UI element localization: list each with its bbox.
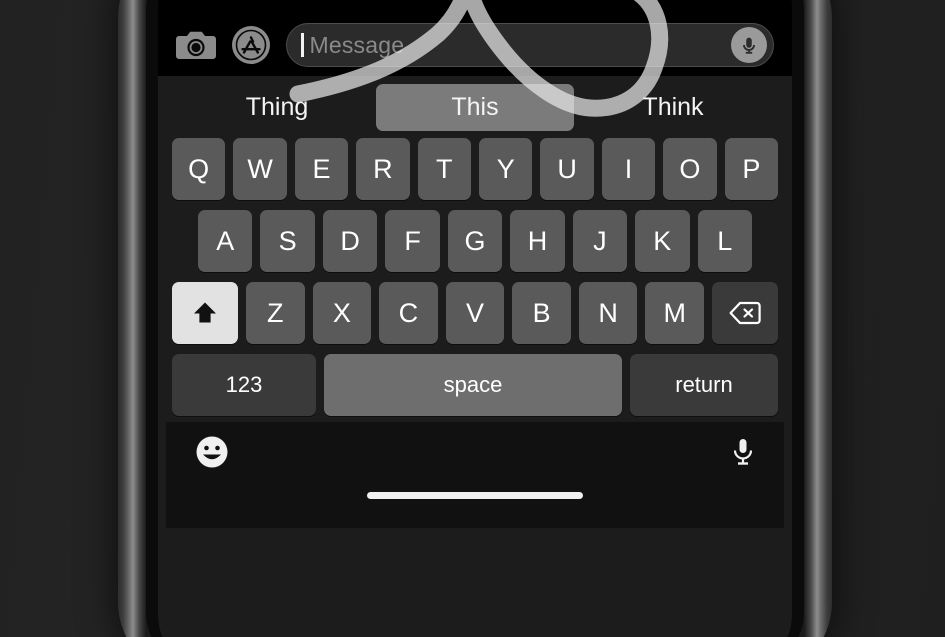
prediction-bar: Thing This Think (166, 76, 784, 138)
prediction-candidate-0[interactable]: Thing (178, 84, 376, 131)
home-indicator-area (166, 486, 784, 528)
key-c[interactable]: C (379, 282, 438, 344)
key-y[interactable]: Y (479, 138, 533, 200)
key-g[interactable]: G (447, 210, 503, 272)
prediction-candidate-2[interactable]: Think (574, 84, 772, 131)
return-key[interactable]: return (630, 354, 778, 416)
delete-backspace-icon (729, 301, 761, 325)
key-r[interactable]: R (356, 138, 410, 200)
key-e[interactable]: E (294, 138, 349, 200)
shift-up-arrow-icon (193, 302, 216, 323)
screenshot-stage: Message Thing This Think Q W E R T Y U I… (0, 0, 945, 637)
key-w[interactable]: W (233, 138, 287, 200)
keyboard-row-2: A S D F G H J K L (166, 210, 784, 272)
keyboard-row-1: Q W E R T Y U I O P (166, 138, 784, 200)
key-o[interactable]: O (663, 138, 717, 200)
camera-icon[interactable] (176, 28, 216, 62)
text-caret (301, 33, 304, 57)
numbers-key[interactable]: 123 (172, 354, 316, 416)
key-n[interactable]: N (578, 282, 638, 344)
prediction-candidate-1[interactable]: This (376, 83, 574, 131)
message-input-bar: Message (158, 14, 792, 76)
key-p[interactable]: P (724, 138, 779, 200)
key-d[interactable]: D (322, 210, 378, 272)
key-s[interactable]: S (260, 210, 315, 272)
emoji-smiley-icon[interactable] (194, 434, 230, 475)
keyboard-row-3: Z X C V B N M (166, 282, 784, 344)
keyboard-utility-bar (166, 422, 784, 486)
key-z[interactable]: Z (245, 282, 305, 344)
key-f[interactable]: F (385, 210, 440, 272)
message-text-field[interactable]: Message (286, 23, 774, 67)
key-k[interactable]: K (635, 210, 690, 272)
phone-screen: Message Thing This Think Q W E R T Y U I… (158, 0, 792, 637)
key-q[interactable]: Q (171, 138, 226, 200)
key-t[interactable]: T (417, 138, 471, 200)
home-indicator-bar[interactable] (367, 492, 583, 499)
key-u[interactable]: U (540, 138, 594, 200)
key-a[interactable]: A (198, 210, 253, 272)
dictation-mic-button[interactable] (731, 27, 767, 63)
key-l[interactable]: L (697, 210, 752, 272)
space-key[interactable]: space (324, 354, 622, 416)
key-h[interactable]: H (510, 210, 565, 272)
message-placeholder: Message (309, 31, 405, 58)
shift-key[interactable] (171, 282, 238, 344)
key-b[interactable]: B (512, 282, 571, 344)
key-i[interactable]: I (601, 138, 656, 200)
delete-key[interactable] (712, 282, 779, 344)
onscreen-keyboard: Thing This Think Q W E R T Y U I O P A S (158, 76, 792, 637)
key-m[interactable]: M (645, 282, 705, 344)
keyboard-row-4: 123 space return (166, 354, 784, 416)
app-store-icon[interactable] (230, 24, 272, 66)
dictation-microphone-icon[interactable] (730, 437, 756, 472)
key-j[interactable]: J (572, 210, 628, 272)
key-v[interactable]: V (445, 282, 505, 344)
key-x[interactable]: X (312, 282, 372, 344)
